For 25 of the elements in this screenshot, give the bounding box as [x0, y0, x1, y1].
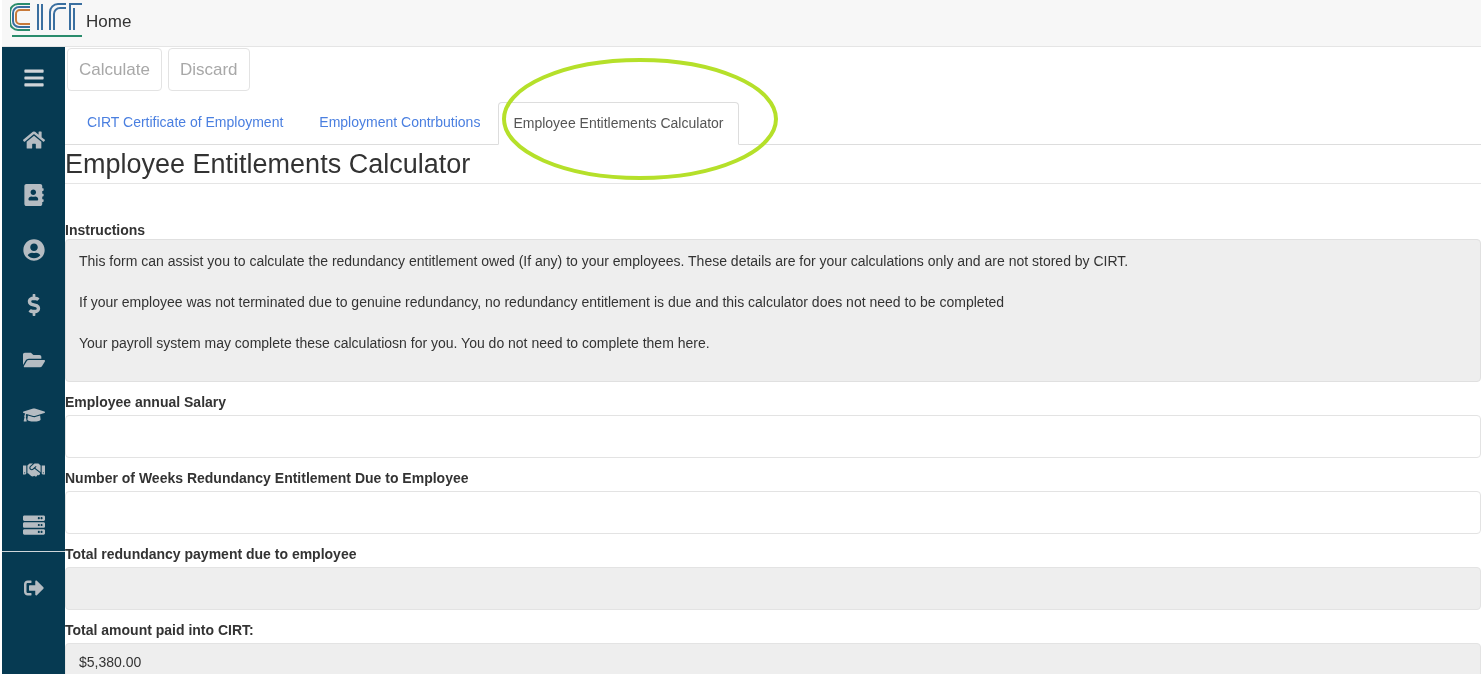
home-icon[interactable]	[22, 129, 45, 151]
tab[interactable]: Employee Entitlements Calculator	[498, 102, 739, 145]
toolbar-button[interactable]: Calculate	[67, 48, 162, 91]
field-label: Number of Weeks Redundancy Entitlement Due to Employee	[65, 469, 470, 487]
logo-icon	[10, 0, 84, 38]
instruction-text: This form can assist you to calculate the redundancy entitlement owed (If any) to your employees. These details are for your calculations only and are not stored by CIRT.	[79, 252, 1130, 271]
field-label: Total redundancy payment due to employee	[65, 545, 358, 563]
page-title: Employee Entitlements Calculator	[65, 145, 1481, 184]
sign-out-icon[interactable]	[23, 578, 44, 598]
instruction-text: Your payroll system may complete these calculatiosn for you. You do not need to complete them here.	[79, 334, 711, 353]
instruction-text: If your employee was not terminated due to genuine redundancy, no redundancy entitlement is due and this calculator does not need to be completed	[79, 293, 1006, 312]
user-icon[interactable]	[22, 239, 45, 261]
contact-card-icon[interactable]	[22, 184, 45, 206]
menu-icon[interactable]	[22, 67, 45, 89]
input-field[interactable]	[65, 415, 1481, 458]
field-label: Total amount paid into CIRT:	[65, 621, 255, 639]
readonly-field: $5,380.00	[65, 643, 1481, 674]
input-field[interactable]	[65, 491, 1481, 534]
page-heading: Home	[86, 11, 132, 33]
tab[interactable]: Employment Contrbutions	[301, 101, 499, 144]
server-icon[interactable]	[22, 514, 45, 536]
tab[interactable]: CIRT Certificate of Employment	[69, 101, 302, 144]
section-label: Instructions	[65, 221, 147, 239]
field-label: Employee annual Salary	[65, 393, 228, 411]
toolbar-button[interactable]: Discard	[167, 48, 250, 91]
